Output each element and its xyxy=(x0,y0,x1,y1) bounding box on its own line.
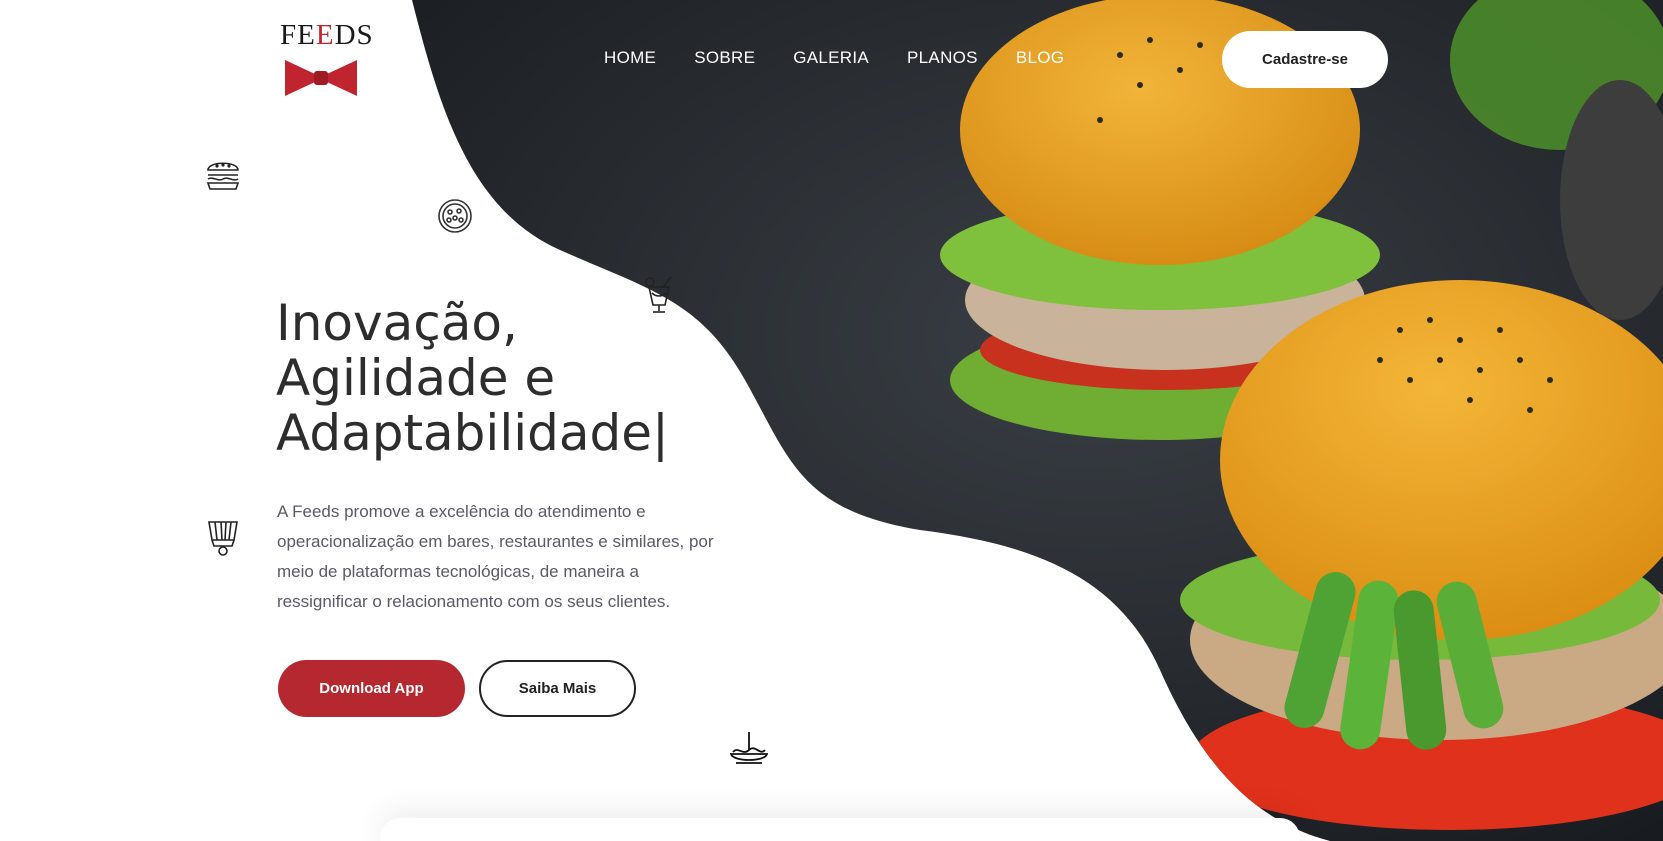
hero-headline: Inovação, Agilidade e Adaptabilidade| xyxy=(276,296,836,461)
headline-line3: Adaptabilidade xyxy=(276,404,652,462)
content-card-edge xyxy=(380,818,1300,841)
main-nav: HOME SOBRE GALERIA PLANOS BLOG xyxy=(604,46,1102,70)
chef-hat-icon xyxy=(208,521,238,556)
brand-logo[interactable]: FEEDS xyxy=(280,18,374,100)
headline-line1: Inovação, xyxy=(276,294,518,352)
burger-icon xyxy=(206,162,240,190)
bowtie-icon xyxy=(285,60,357,96)
hero-description: A Feeds promove a excelência do atendime… xyxy=(277,502,714,611)
nav-sobre[interactable]: SOBRE xyxy=(694,46,755,70)
noodle-bowl-icon xyxy=(730,732,768,764)
logo-wordmark: FEEDS xyxy=(280,19,374,51)
download-app-button[interactable]: Download App xyxy=(278,660,465,717)
nav-galeria[interactable]: GALERIA xyxy=(793,46,869,70)
nav-planos[interactable]: PLANOS xyxy=(907,46,978,70)
nav-home[interactable]: HOME xyxy=(604,46,656,70)
landing-page: FEEDS HOME SOBRE GALERIA PLANOS BLOG Cad… xyxy=(0,0,1663,841)
signup-button[interactable]: Cadastre-se xyxy=(1222,31,1388,88)
nav-blog[interactable]: BLOG xyxy=(1016,46,1064,70)
headline-line2: Agilidade e xyxy=(276,349,556,407)
typing-caret: | xyxy=(651,404,669,462)
learn-more-button[interactable]: Saiba Mais xyxy=(479,660,636,717)
pizza-icon xyxy=(438,199,472,233)
